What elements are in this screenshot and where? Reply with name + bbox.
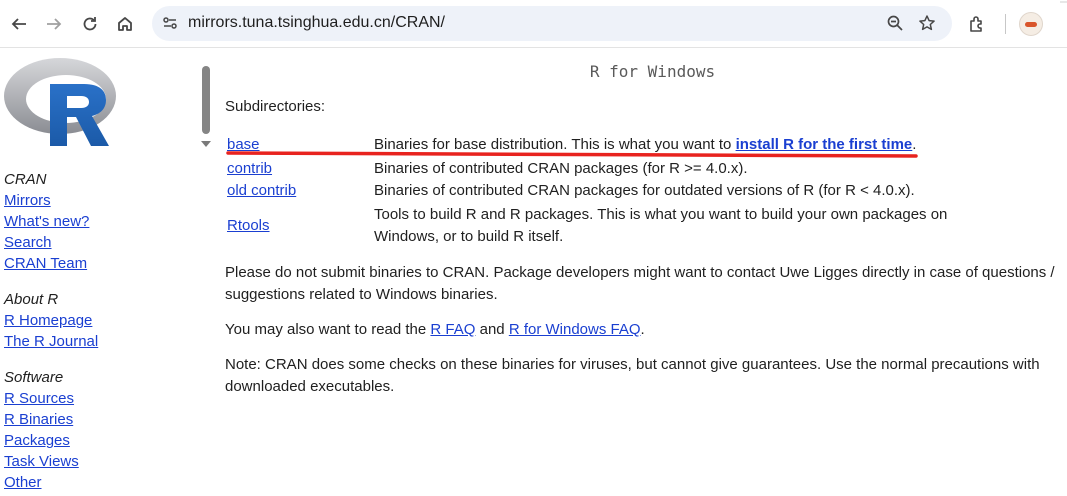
zoom-button[interactable] [881, 9, 909, 37]
home-button[interactable] [110, 9, 140, 39]
reload-icon [83, 17, 97, 31]
dir-link-rtools[interactable]: Rtools [227, 217, 270, 234]
sidebar-heading-software: Software [4, 369, 64, 386]
back-button[interactable] [4, 9, 34, 39]
page-title: R for Windows [589, 62, 716, 81]
virus-note: Note: CRAN does some checks on these bin… [225, 356, 1040, 395]
red-highlight-underline [226, 151, 918, 158]
dir-desc-rtools: Tools to build R and R packages. This is… [374, 206, 948, 245]
bookmark-button[interactable] [913, 9, 941, 37]
site-info-icon [163, 17, 177, 29]
sidebar-link-r-journal[interactable]: The R Journal [4, 331, 98, 352]
avatar-icon [1025, 21, 1037, 27]
faq-text: You may also want to read the [225, 321, 431, 338]
url-text[interactable]: mirrors.tuna.tsinghua.edu.cn/CRAN/ [188, 14, 445, 32]
menu-edge [1058, 0, 1067, 47]
faq-paragraph: You may also want to read the R FAQ and … [225, 319, 1055, 341]
sidebar-link-cran-team[interactable]: CRAN Team [4, 253, 98, 274]
dir-desc-contrib: Binaries of contributed CRAN packages (f… [374, 160, 748, 177]
sidebar-link-other[interactable]: Other [4, 472, 98, 493]
toolbar-divider [1005, 14, 1006, 34]
sidebar-scrollbar-thumb[interactable] [202, 66, 210, 134]
dir-link-contrib[interactable]: contrib [227, 160, 272, 177]
bookmark-star-icon [919, 15, 935, 31]
binaries-notice: Please do not submit binaries to CRAN. P… [225, 264, 1055, 303]
faq-text-middle: and [475, 321, 509, 338]
sidebar-link-packages[interactable]: Packages [4, 430, 98, 451]
main-content: R for Windows Subdirectories: base Binar… [225, 48, 1060, 496]
back-icon [11, 18, 26, 30]
browser-toolbar: mirrors.tuna.tsinghua.edu.cn/CRAN/ [0, 0, 1067, 48]
sidebar-frame: CRAN Mirrors What's new? Search CRAN Tea… [0, 48, 213, 496]
zoom-icon [887, 15, 903, 31]
profile-avatar[interactable] [1019, 12, 1043, 36]
subdirectories-label: Subdirectories: [225, 98, 326, 115]
reload-button[interactable] [75, 9, 105, 39]
sidebar-link-whats-new[interactable]: What's new? [4, 211, 98, 232]
r-faq-link[interactable]: R FAQ [430, 321, 475, 338]
sidebar-link-r-binaries[interactable]: R Binaries [4, 409, 98, 430]
sidebar-link-r-sources[interactable]: R Sources [4, 388, 98, 409]
sidebar-link-task-views[interactable]: Task Views [4, 451, 98, 472]
r-logo[interactable] [2, 54, 120, 154]
sidebar-link-r-homepage[interactable]: R Homepage [4, 310, 98, 331]
r-windows-faq-link[interactable]: R for Windows FAQ [509, 321, 641, 338]
forward-button[interactable] [39, 9, 69, 39]
sidebar-nav: CRAN Mirrors What's new? Search CRAN Tea… [4, 169, 98, 493]
sidebar-link-mirrors[interactable]: Mirrors [4, 190, 98, 211]
forward-icon [47, 18, 62, 30]
site-info-button[interactable] [156, 9, 184, 37]
sidebar-heading-about-r: About R [4, 291, 59, 308]
scroll-down-arrow-icon[interactable] [201, 141, 211, 147]
home-icon [118, 17, 132, 31]
sidebar-heading-cran: CRAN [4, 171, 47, 188]
extensions-button[interactable] [962, 9, 992, 39]
extensions-icon [970, 16, 982, 32]
sidebar-link-search[interactable]: Search [4, 232, 98, 253]
dir-desc-old-contrib: Binaries of contributed CRAN packages fo… [374, 182, 915, 199]
dir-link-old-contrib[interactable]: old contrib [227, 182, 296, 199]
address-bar[interactable]: mirrors.tuna.tsinghua.edu.cn/CRAN/ [152, 6, 952, 41]
faq-text-end: . [640, 321, 645, 338]
